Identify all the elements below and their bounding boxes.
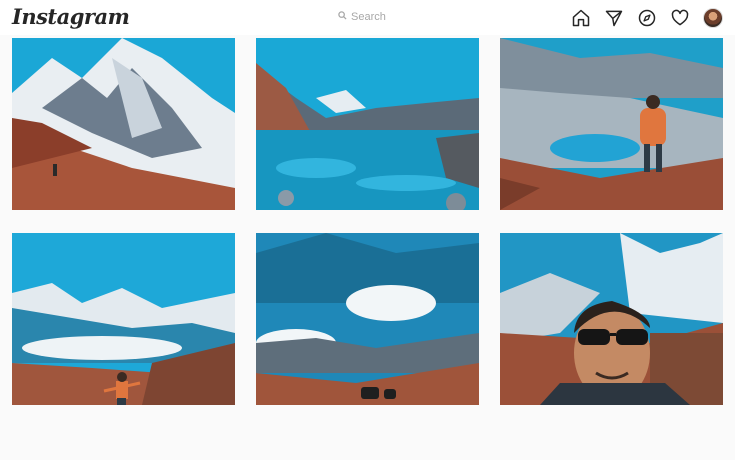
search-icon bbox=[338, 8, 347, 26]
home-icon[interactable] bbox=[569, 6, 593, 30]
post-tile[interactable] bbox=[500, 233, 723, 405]
post-tile[interactable] bbox=[12, 233, 235, 405]
post-tile[interactable] bbox=[500, 38, 723, 210]
post-tile[interactable] bbox=[256, 233, 479, 405]
search-box[interactable]: Search bbox=[338, 8, 458, 26]
avatar bbox=[703, 8, 723, 28]
profile-avatar[interactable] bbox=[701, 6, 725, 30]
post-tile[interactable] bbox=[256, 38, 479, 210]
top-navigation-bar: Instagram Search bbox=[0, 0, 735, 35]
post-tile[interactable] bbox=[12, 38, 235, 210]
direct-message-icon[interactable] bbox=[602, 6, 626, 30]
explore-icon[interactable] bbox=[635, 6, 659, 30]
heart-icon[interactable] bbox=[668, 6, 692, 30]
search-placeholder: Search bbox=[351, 11, 386, 23]
instagram-logo[interactable]: Instagram bbox=[12, 4, 130, 29]
